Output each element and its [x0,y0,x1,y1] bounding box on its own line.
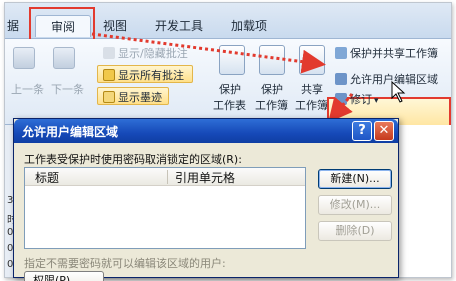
delete-button[interactable]: 删除(D) [318,221,392,241]
permissions-button[interactable]: 权限(P)... [24,271,104,281]
listbox-header: 标题 引用单元格 [25,168,305,186]
arrow-to-allow-edit [91,32,326,74]
close-icon[interactable]: ✕ [374,121,394,141]
help-icon[interactable]: ? [352,121,372,141]
mouse-cursor-icon [391,80,406,103]
ranges-listbox[interactable]: 标题 引用单元格 [24,167,306,249]
modify-button[interactable]: 修改(M)... [318,195,392,215]
new-button[interactable]: 新建(N)... [318,169,392,189]
column-header-title[interactable]: 标题 [35,169,59,186]
arrow-to-dialog [328,93,354,123]
users-label: 指定不需要密码就可以编辑该区域的用户: [24,257,226,270]
column-separator [167,170,168,184]
allow-edit-ranges-dialog: 允许用户编辑区域 ? ✕ 工作表受保护时使用密码取消锁定的区域(R): 标题 引… [13,118,399,281]
ranges-label: 工作表受保护时使用密码取消锁定的区域(R): [24,153,242,166]
dialog-titlebar[interactable]: 允许用户编辑区域 ? ✕ [14,119,398,143]
column-header-refers-to[interactable]: 引用单元格 [175,169,235,186]
dialog-title: 允许用户编辑区域 [22,125,119,139]
